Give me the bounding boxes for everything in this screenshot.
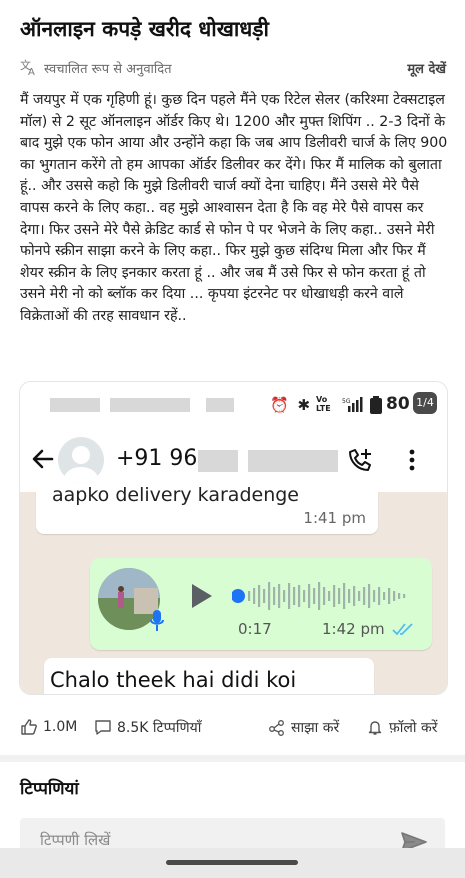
follow-label: फ़ॉलो करें — [389, 719, 438, 736]
post-body: मैं जयपुर में एक गृहिणी हूं। कुछ दिन पहल… — [20, 92, 448, 324]
battery-icon — [370, 396, 382, 414]
image-page-badge: 1/4 — [413, 392, 437, 414]
microphone-icon — [150, 610, 164, 631]
battery-level: 80 — [386, 394, 410, 414]
incoming-message: Chalo theek hai didi koi — [44, 658, 374, 694]
chat-header: +91 96 — [20, 428, 447, 492]
view-original-link[interactable]: मूल देखें — [407, 59, 446, 77]
voice-message[interactable]: 0:17 1:42 pm — [90, 558, 432, 650]
post-title: ऑनलाइन कपड़े खरीद धोखाधड़ी — [20, 17, 269, 41]
translate-icon: 文 A — [20, 58, 35, 76]
upvote-button[interactable]: 1.0M — [20, 714, 77, 740]
section-divider — [0, 755, 465, 762]
upvote-count: 1.0M — [43, 719, 78, 735]
voice-duration: 0:17 — [238, 620, 272, 638]
post-actions: 1.0M 8.5K टिप्पणियाँ साझा करें फ़ॉलो करे… — [20, 714, 448, 740]
redacted-block — [110, 398, 190, 412]
translation-row: 文 A स्वचालित रूप से अनुवादित मूल देखें — [20, 58, 446, 78]
bell-icon — [368, 721, 382, 735]
redacted-block — [50, 398, 100, 412]
comments-button[interactable]: 8.5K टिप्पणियाँ — [94, 714, 201, 740]
message-text: Chalo theek hai didi koi — [50, 668, 297, 692]
auto-translated-label: स्वचालित रूप से अनुवादित — [44, 62, 172, 77]
more-options-icon[interactable] — [408, 448, 416, 472]
follow-button[interactable]: फ़ॉलो करें — [366, 714, 437, 740]
play-icon[interactable] — [190, 582, 214, 610]
share-icon — [269, 720, 284, 736]
contact-avatar[interactable] — [58, 437, 104, 483]
add-call-icon[interactable] — [346, 446, 374, 474]
message-time: 1:42 pm — [322, 620, 385, 638]
volte-indicator: Vo LTE — [316, 395, 331, 413]
waveform[interactable] — [232, 578, 412, 614]
read-receipt-icon — [392, 623, 413, 636]
redacted-block — [206, 398, 234, 412]
attached-screenshot[interactable]: ⏰ ✱ Vo LTE 5G 80 1/4 +91 96 aapko delive… — [19, 381, 448, 695]
message-time: 1:41 pm — [303, 509, 366, 527]
default-avatar-icon — [64, 446, 98, 483]
svg-text:A: A — [28, 67, 35, 76]
comments-count: 8.5K टिप्पणियाँ — [117, 719, 202, 736]
comments-heading: टिप्पणियां — [20, 779, 79, 799]
system-nav-bar — [0, 848, 465, 878]
contact-number[interactable]: +91 96 — [116, 446, 197, 471]
signal-icon: 5G — [342, 397, 363, 412]
incoming-message: aapko delivery karadenge 1:41 pm — [36, 484, 378, 534]
comment-icon — [95, 720, 111, 735]
svg-text:5G: 5G — [342, 398, 351, 405]
share-label: साझा करें — [291, 719, 340, 736]
redacted-block — [198, 450, 238, 472]
thumbs-up-icon — [21, 719, 37, 735]
redacted-block — [248, 450, 338, 472]
status-icons: ⏰ ✱ — [270, 396, 313, 414]
message-text: aapko delivery karadenge — [52, 484, 299, 506]
status-bar: ⏰ ✱ Vo LTE 5G 80 1/4 — [20, 382, 447, 428]
chat-area: aapko delivery karadenge 1:41 pm 0:17 1:… — [20, 484, 447, 694]
back-arrow-icon[interactable] — [30, 446, 56, 472]
share-button[interactable]: साझा करें — [268, 714, 339, 740]
home-gesture-handle[interactable] — [166, 860, 298, 865]
